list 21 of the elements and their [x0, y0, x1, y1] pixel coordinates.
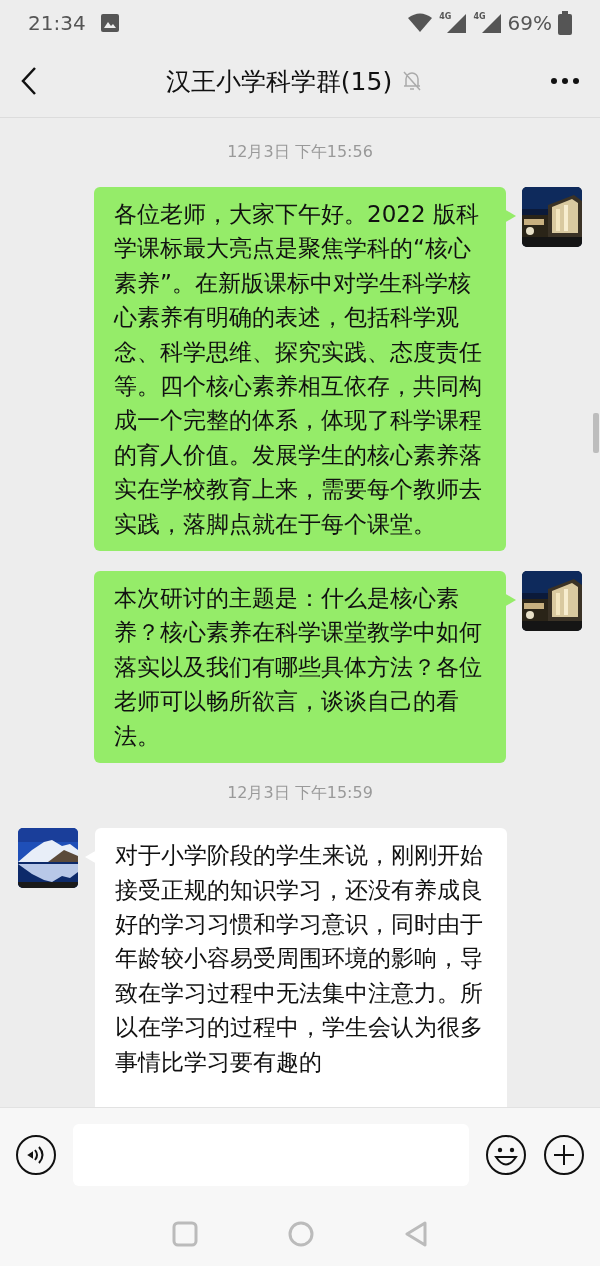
message-timestamp: 12月3日 下午15:59: [227, 783, 373, 805]
emoji-icon[interactable]: [485, 1133, 527, 1176]
bubble-tail: [504, 209, 516, 223]
message-bubble: 对于小学阶段的学生来说，刚刚开始接受正规的知识学习，还没有养成良好的学习习惯和学习意识，同时由于年龄较小容易受周围环境的影响，导致在学习过程中无法集中注意力。所以在学习的过程中，学生会认为很多事情比学习要有趣的: [95, 828, 507, 1107]
image-icon: [99, 12, 120, 33]
back-icon[interactable]: [20, 66, 38, 96]
network-type: 4G: [473, 11, 486, 21]
message-bubble: 本次研讨的主题是：什么是核心素养？核心素养在科学课堂教学中如何落实以及我们有哪些具体方法？各位老师可以畅所欲言，谈谈自己的看法。: [94, 571, 506, 764]
message-bubble: 各位老师，大家下午好。2022 版科学课标最大亮点是聚焦学科的“核心素养”。在新版课标中对学生科学核心素养有明确的表述，包括科学观念、科学思维、探究实践、态度责任等。四个核心素养相互依存，共同构成一个完整的体系，体现了科学课程的育人价值。发展学生的核心素养落实在学校教育上来，需要每个教师去实践，落脚点就在于每个课堂。: [94, 187, 506, 552]
bubble-tail: [504, 593, 516, 608]
chat-title: 汉王小学科学群(15): [165, 65, 393, 98]
network-type: 4G: [439, 11, 452, 21]
battery-level: 69%: [507, 10, 552, 35]
add-icon[interactable]: [543, 1133, 585, 1176]
clock-time: 21:34: [28, 10, 86, 35]
scrollbar: [593, 413, 599, 453]
wifi-icon: [407, 11, 434, 34]
message-timestamp: 12月3日 下午15:56: [227, 142, 373, 163]
battery-icon: [558, 10, 572, 35]
voice-icon[interactable]: [15, 1133, 57, 1176]
more-icon[interactable]: [550, 77, 580, 85]
